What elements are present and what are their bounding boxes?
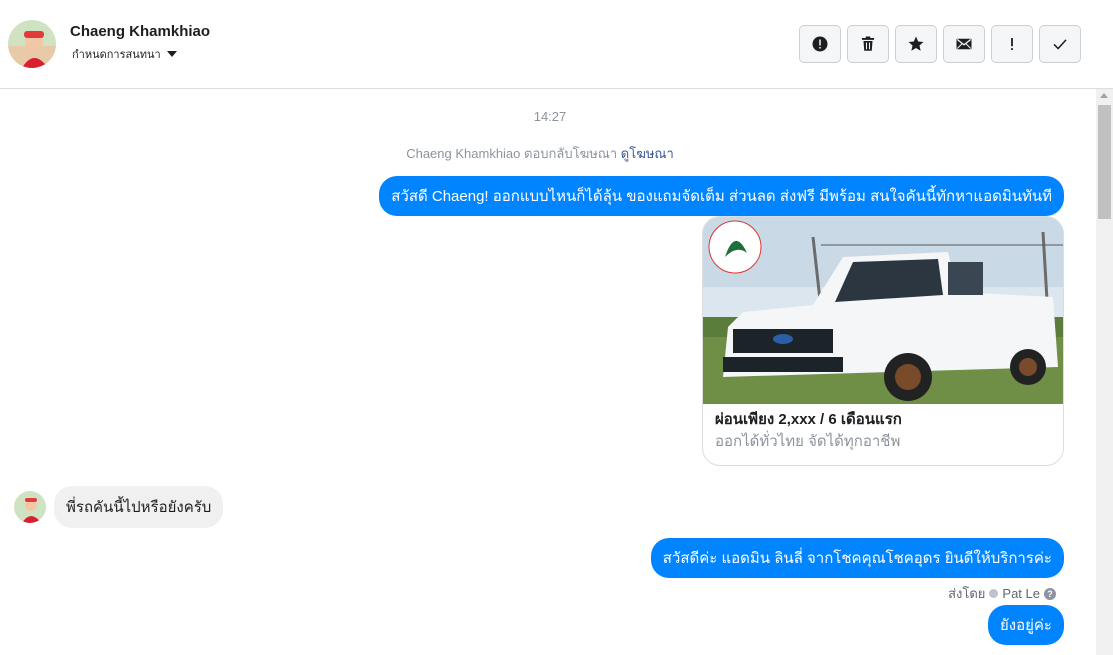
- sent-by-agent: Pat Le: [1002, 586, 1040, 601]
- contact-name[interactable]: Chaeng Khamkhiao: [70, 23, 210, 40]
- thread-scrollbar[interactable]: [1096, 89, 1113, 655]
- ad-reply-text: Chaeng Khamkhiao ตอบกลับโฆษณา: [406, 146, 618, 161]
- outgoing-message: สวัสดีค่ะ แอดมิน ลินลี่ จากโชคคุณโชคอุดร…: [650, 538, 1064, 578]
- conversation-actions: [799, 25, 1081, 63]
- mark-unread-button[interactable]: [943, 25, 985, 63]
- contact-avatar-small: [14, 491, 46, 523]
- ad-subtitle: ออกได้ทั่วไทย จัดได้ทุกอาชีพ: [715, 433, 901, 450]
- assign-conversation-label: กำหนดการสนทนา: [72, 49, 161, 61]
- view-ad-link[interactable]: ดูโฆษณา: [621, 146, 674, 161]
- incoming-message: พี่รถคันนี้ไปหรือยังครับ: [54, 486, 224, 528]
- ad-reply-notice: Chaeng Khamkhiao ตอบกลับโฆษณา ดูโฆษณา: [0, 143, 1080, 164]
- contact-avatar[interactable]: [8, 20, 56, 68]
- mark-spam-button[interactable]: [799, 25, 841, 63]
- check-icon: [1053, 39, 1067, 50]
- ad-title: ผ่อนเพียง 2,xxx / 6 เดือนแรก: [715, 411, 902, 428]
- ad-card[interactable]: ผ่อนเพียง 2,xxx / 6 เดือนแรก ออกได้ทั่วไ…: [702, 216, 1064, 466]
- caret-down-icon: [166, 51, 177, 57]
- agent-status-icon: [989, 589, 999, 598]
- ad-car-image: [703, 217, 1063, 404]
- help-icon[interactable]: ?: [1044, 587, 1056, 600]
- sent-by-label: ส่งโดย: [948, 586, 986, 601]
- outgoing-message: ยังอยู่ค่ะ: [987, 605, 1064, 645]
- important-button[interactable]: [991, 25, 1033, 63]
- trash-icon: [862, 36, 874, 51]
- envelope-icon: [956, 38, 972, 50]
- star-button[interactable]: [895, 25, 937, 63]
- alert-circle-icon: [812, 36, 828, 52]
- outgoing-message: สวัสดี Chaeng! ออกแบบไหนก็ได้ลุ้น ของแถม…: [379, 176, 1064, 216]
- mark-done-button[interactable]: [1039, 25, 1081, 63]
- assign-conversation-dropdown[interactable]: กำหนดการสนทนา: [72, 45, 177, 63]
- conversation-header: Chaeng Khamkhiao กำหนดการสนทนา: [0, 0, 1113, 89]
- message-timestamp: 14:27: [533, 109, 567, 124]
- message-thread: 14:27 Chaeng Khamkhiao ตอบกลับโฆษณา ดูโฆ…: [0, 89, 1096, 655]
- scroll-thumb[interactable]: [1098, 105, 1111, 219]
- sent-by-info: ส่งโดย Pat Le ?: [948, 583, 1056, 604]
- delete-button[interactable]: [847, 25, 889, 63]
- exclamation-icon: [1011, 38, 1013, 50]
- star-icon: [908, 36, 924, 51]
- scroll-up-arrow-icon[interactable]: [1100, 93, 1108, 98]
